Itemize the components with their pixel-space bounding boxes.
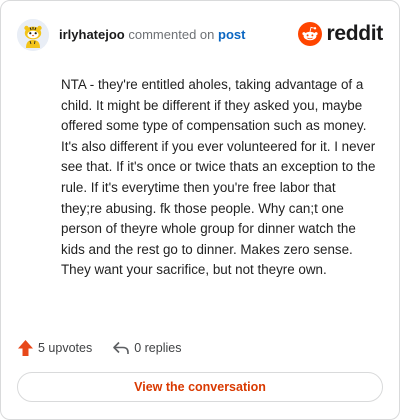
replies-label: 0 replies	[134, 341, 182, 355]
reddit-snoo-icon	[298, 22, 323, 46]
brand-wordmark: reddit	[326, 22, 383, 45]
upvotes-stat[interactable]: 5 upvotes	[17, 339, 92, 357]
reply-arrow-icon	[113, 341, 130, 354]
comment-embed-card: irlyhatejoo commented on post reddit NTA…	[0, 0, 400, 420]
replies-stat[interactable]: 0 replies	[112, 340, 181, 356]
avatar[interactable]	[17, 19, 49, 51]
comment-meta: irlyhatejoo commented on post	[59, 27, 298, 42]
username[interactable]: irlyhatejoo	[59, 27, 125, 42]
comment-body: NTA - they're entitled aholes, taking ad…	[61, 77, 376, 278]
upvote-arrow-icon	[18, 340, 33, 356]
action-text: commented on	[128, 26, 215, 42]
comment-stats: 5 upvotes 0 replies	[17, 338, 181, 358]
view-conversation-button[interactable]: View the conversation	[17, 372, 383, 402]
upvotes-label: 5 upvotes	[38, 341, 93, 355]
post-link[interactable]: post	[218, 27, 245, 42]
comment-header: irlyhatejoo commented on post reddit	[17, 17, 383, 53]
reddit-logo[interactable]: reddit	[298, 22, 383, 46]
